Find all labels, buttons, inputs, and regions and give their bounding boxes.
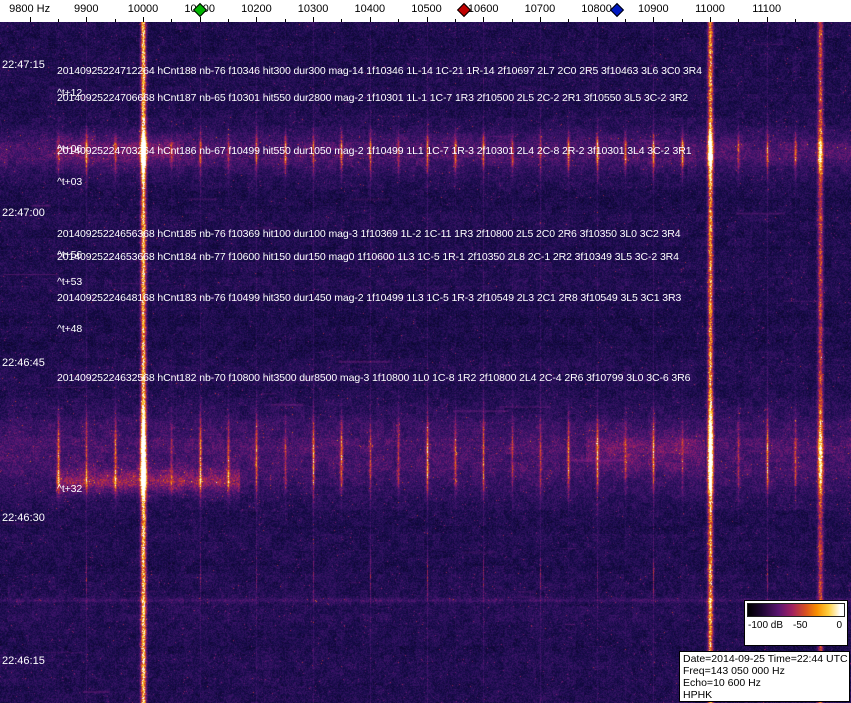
freq-tick-label: 11100: [752, 3, 782, 15]
freq-tick-mark: [58, 19, 59, 22]
freq-tick-mark: [427, 17, 428, 22]
freq-tick-label: 10400: [354, 3, 386, 15]
freq-tick-mark: [483, 17, 484, 22]
legend-label-min: -100 dB: [748, 620, 784, 631]
freq-tick-label: 10700: [524, 3, 556, 15]
freq-tick-mark: [115, 19, 116, 22]
freq-tick-label: 11000: [695, 3, 725, 15]
freq-tick-mark: [540, 17, 541, 22]
freq-tick-mark: [171, 19, 172, 22]
freq-tick-mark: [143, 17, 144, 22]
freq-tick-mark: [738, 19, 739, 22]
freq-tick-mark: [710, 17, 711, 22]
freq-tick-mark: [313, 17, 314, 22]
spectrum-lab-window: 9800 Hz990010000101001020010300104001050…: [0, 0, 851, 703]
freq-tick-mark: [398, 19, 399, 22]
freq-tick-label: 9800 Hz: [9, 3, 51, 15]
legend-label-max: 0: [836, 620, 842, 631]
freq-tick-label: 10300: [297, 3, 329, 15]
freq-tick-label: 10800: [581, 3, 612, 15]
blue-diamond-marker[interactable]: [609, 2, 625, 18]
freq-tick-mark: [256, 17, 257, 22]
freq-tick-mark: [682, 19, 683, 22]
info-date-time: Date=2014-09-25 Time=22:44 UTC: [683, 653, 848, 665]
freq-tick-mark: [625, 19, 626, 22]
freq-tick-mark: [200, 17, 201, 22]
freq-tick-label: 10200: [241, 3, 272, 15]
info-callsign: HPHK: [683, 689, 713, 701]
freq-tick-label: 10000: [127, 3, 159, 15]
freq-tick-label: 10500: [411, 3, 442, 15]
freq-tick-mark: [597, 17, 598, 22]
status-info-box: Date=2014-09-25 Time=22:44 UTC Freq=143 …: [679, 651, 850, 702]
info-echo: Echo=10 600 Hz: [683, 677, 761, 689]
freq-tick-mark: [30, 17, 31, 22]
freq-tick-mark: [795, 19, 796, 22]
freq-tick-mark: [370, 17, 371, 22]
color-gradient-bar[interactable]: [747, 603, 845, 617]
freq-tick-label: 10900: [638, 3, 669, 15]
color-scale-legend: -100 dB -50 0: [744, 600, 848, 646]
freq-tick-mark: [767, 17, 768, 22]
waterfall-display[interactable]: [0, 22, 851, 703]
freq-tick-mark: [455, 19, 456, 22]
freq-tick-label: 10600: [467, 3, 499, 15]
freq-tick-mark: [653, 17, 654, 22]
info-frequency: Freq=143 050 000 Hz: [683, 665, 785, 677]
legend-label-mid: -50: [793, 620, 808, 631]
freq-tick-mark: [341, 19, 342, 22]
freq-tick-mark: [86, 17, 87, 22]
legend-labels: -100 dB -50 0: [747, 620, 845, 634]
freq-tick-mark: [568, 19, 569, 22]
freq-tick-label: 9900: [74, 3, 99, 15]
frequency-scale[interactable]: 9800 Hz990010000101001020010300104001050…: [0, 0, 851, 22]
freq-tick-mark: [285, 19, 286, 22]
freq-tick-mark: [512, 19, 513, 22]
freq-tick-mark: [228, 19, 229, 22]
